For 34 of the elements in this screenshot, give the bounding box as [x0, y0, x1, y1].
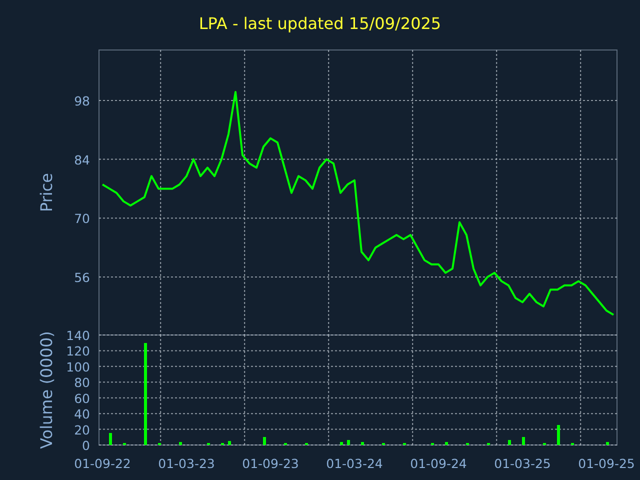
tick-label: 98 — [74, 93, 90, 108]
axis-label: Volume (0000) — [37, 331, 56, 449]
axis-label: Price — [37, 172, 56, 212]
tick-label: 01-09-25 — [578, 456, 635, 471]
volume-bar — [606, 442, 609, 445]
tick-label: 0 — [82, 438, 90, 453]
volume-bar — [109, 433, 112, 445]
volume-bar — [361, 442, 364, 445]
tick-label: 140 — [66, 328, 90, 343]
volume-bar — [179, 442, 182, 445]
tick-label: 120 — [66, 344, 90, 359]
volume-bar — [522, 437, 525, 445]
volume-bar — [340, 442, 343, 445]
tick-label: 01-03-23 — [158, 456, 215, 471]
tick-label: 01-03-24 — [326, 456, 383, 471]
tick-label: 70 — [74, 211, 90, 226]
volume-bar — [228, 441, 231, 445]
tick-label: 01-03-25 — [494, 456, 551, 471]
tick-label: 20 — [74, 422, 90, 438]
volume-bar — [557, 425, 560, 445]
volume-bar — [347, 440, 350, 445]
chart-title: LPA - last updated 15/09/2025 — [198, 13, 442, 35]
tick-label: 84 — [74, 152, 90, 168]
tick-label: 01-09-24 — [410, 456, 467, 471]
volume-bar — [263, 437, 266, 445]
tick-label: 80 — [74, 375, 90, 390]
volume-bar — [445, 442, 448, 445]
tick-label: 40 — [74, 406, 90, 422]
tick-label: 56 — [74, 270, 90, 285]
tick-label: 01-09-22 — [74, 456, 131, 471]
tick-label: 100 — [66, 359, 90, 374]
tick-label: 60 — [74, 390, 90, 406]
volume-bar — [508, 440, 511, 445]
tick-label: 01-09-23 — [242, 456, 299, 471]
